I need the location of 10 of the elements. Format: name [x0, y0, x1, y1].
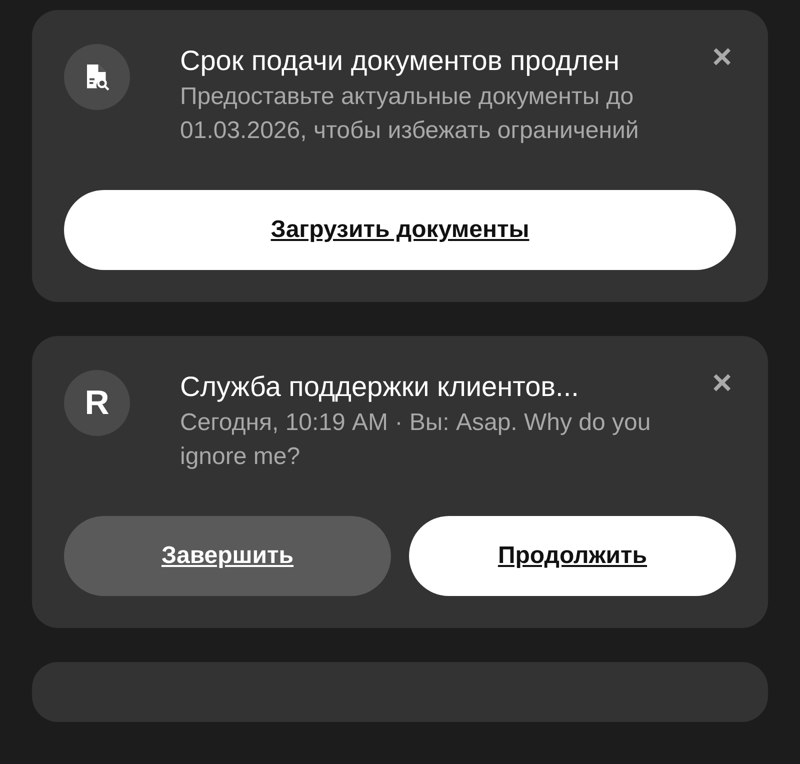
action-button[interactable]: Завершить: [64, 516, 391, 596]
notification-text: Предоставьте актуальные документы до 01.03.2026, чтобы избежать ограничений: [180, 82, 640, 146]
logo: R: [64, 370, 130, 436]
notification-text: Сегодня, 10:19 AM · Вы: Asap. Why do you ignore me?: [180, 408, 652, 472]
notification-title: Служба поддержки клиентов...: [180, 370, 580, 404]
close-button[interactable]: ×: [708, 42, 736, 72]
action-button[interactable]: Продолжить: [409, 516, 736, 596]
notification-title: Срок подачи документов продлен: [180, 44, 620, 78]
action-button[interactable]: Загрузить документы: [64, 190, 736, 270]
close-button[interactable]: ×: [708, 368, 736, 398]
